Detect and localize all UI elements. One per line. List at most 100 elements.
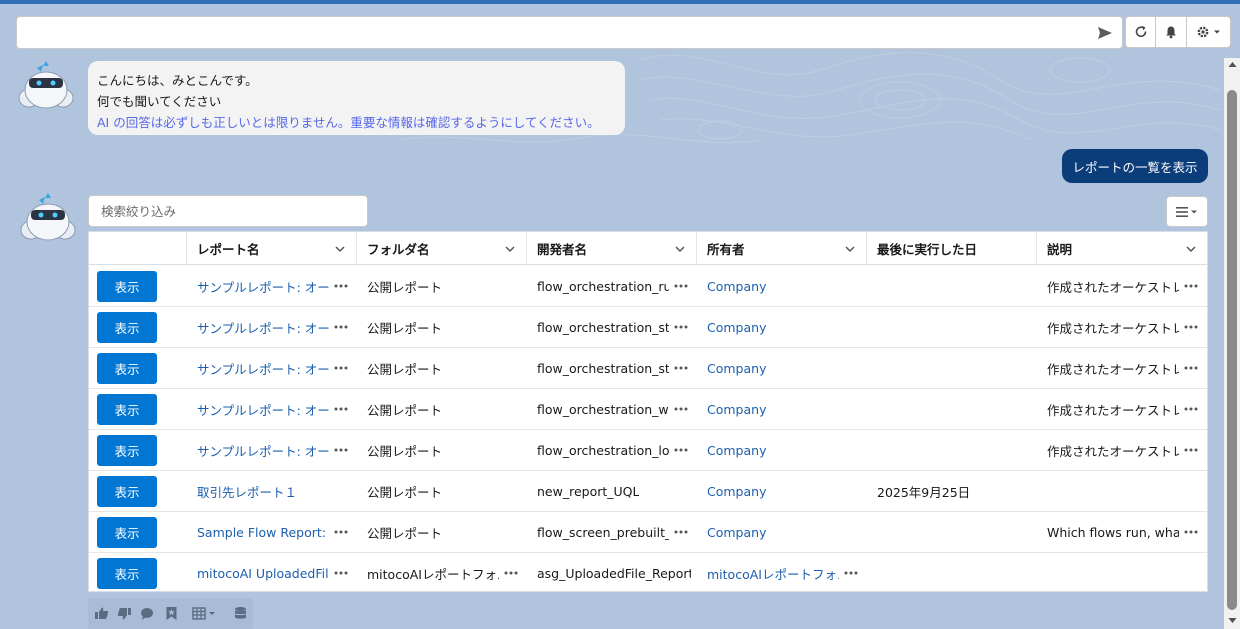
column-header[interactable]: 説明 xyxy=(1037,232,1207,265)
column-header-label: レポート名 xyxy=(197,239,260,258)
thumbs-up-icon[interactable] xyxy=(94,606,109,621)
cell-description: 作成されたオーケストレーション実行 xyxy=(1037,266,1207,307)
cell-description xyxy=(1037,553,1207,594)
table-icon[interactable] xyxy=(192,606,218,621)
column-header-label: 最後に実行した日 xyxy=(877,239,977,258)
more-actions-icon[interactable] xyxy=(673,323,689,331)
cell-name: Sample Flow Report: Screen Flows xyxy=(187,512,357,553)
owner-link[interactable]: mitocoAIレポートフォルダ xyxy=(707,564,839,583)
more-actions-icon[interactable] xyxy=(1183,364,1199,372)
chat-icon[interactable] xyxy=(140,606,155,621)
more-actions-icon[interactable] xyxy=(503,569,519,577)
report-name-link[interactable]: mitocoAI UploadedFile Report xyxy=(197,566,329,581)
thumbs-down-icon[interactable] xyxy=(117,606,132,621)
chevron-down-icon[interactable] xyxy=(334,243,346,255)
view-report-button[interactable]: 表示 xyxy=(97,517,157,548)
notification-button[interactable] xyxy=(1156,16,1187,48)
view-report-button[interactable]: 表示 xyxy=(97,558,157,589)
cell-text: 作成されたオーケストレーション作業項目 xyxy=(1047,400,1179,419)
more-actions-icon[interactable] xyxy=(333,446,349,454)
user-message-bubble[interactable]: レポートの一覧を表示 xyxy=(1062,149,1208,183)
more-actions-icon[interactable] xyxy=(1183,323,1199,331)
refresh-button[interactable] xyxy=(1125,16,1156,48)
view-report-button[interactable]: 表示 xyxy=(97,312,157,343)
cell-owner: Company xyxy=(697,348,867,389)
assistant-greeting-bubble: こんにちは、みとこんです。 何でも聞いてください AI の回答は必ずしも正しいと… xyxy=(88,61,625,135)
chevron-down-icon[interactable] xyxy=(844,243,856,255)
bookmark-icon[interactable] xyxy=(164,606,179,621)
more-actions-icon[interactable] xyxy=(673,446,689,454)
owner-link[interactable]: Company xyxy=(707,320,766,335)
cell-description: Which flows run, what's the status of ea… xyxy=(1037,512,1207,553)
report-name-link[interactable]: サンプルレポート: オーケストレーションステップ xyxy=(197,359,329,378)
report-name-link[interactable]: 取引先レポート１ xyxy=(197,482,297,501)
column-header[interactable]: 所有者 xyxy=(697,232,867,265)
more-actions-icon[interactable] xyxy=(1183,528,1199,536)
column-header[interactable]: 最後に実行した日 xyxy=(867,232,1037,265)
cell-text: 公開レポート xyxy=(367,441,442,460)
cell-text: 公開レポート xyxy=(367,523,442,542)
owner-link[interactable]: Company xyxy=(707,402,766,417)
more-actions-icon[interactable] xyxy=(333,364,349,372)
column-header[interactable]: 開発者名 xyxy=(527,232,697,265)
cell-folder: 公開レポート xyxy=(357,430,527,471)
cell-developer: flow_screen_prebuilt_report xyxy=(527,512,697,553)
more-actions-icon[interactable] xyxy=(333,405,349,413)
chevron-down-icon[interactable] xyxy=(504,243,516,255)
cell-name: サンプルレポート: オーケストレーション作業項目 xyxy=(187,389,357,430)
more-actions-icon[interactable] xyxy=(673,405,689,413)
scroll-down-arrow-icon[interactable] xyxy=(1228,617,1237,624)
report-name-link[interactable]: サンプルレポート: オーケストレーションステージ xyxy=(197,318,329,337)
more-actions-icon[interactable] xyxy=(843,569,859,577)
header-action-column xyxy=(89,232,187,265)
more-actions-icon[interactable] xyxy=(333,569,349,577)
view-report-button[interactable]: 表示 xyxy=(97,353,157,384)
column-header[interactable]: レポート名 xyxy=(187,232,357,265)
report-name-link[interactable]: Sample Flow Report: Screen Flows xyxy=(197,525,329,540)
chat-input[interactable] xyxy=(17,17,1077,48)
table-filter-input[interactable] xyxy=(88,195,368,227)
table-row: 表示 Sample Flow Report: Screen Flows 公開レポート… xyxy=(89,512,1207,553)
scrollbar-thumb[interactable] xyxy=(1227,90,1237,610)
report-name-link[interactable]: サンプルレポート: オーケストレーションログ xyxy=(197,441,329,460)
cell-owner: Company xyxy=(697,389,867,430)
view-report-button[interactable]: 表示 xyxy=(97,435,157,466)
more-actions-icon[interactable] xyxy=(1183,446,1199,454)
view-report-button[interactable]: 表示 xyxy=(97,476,157,507)
refresh-icon xyxy=(1134,25,1148,39)
ai-disclaimer-note: AI の回答は必ずしも正しいとは限りません。重要な情報は確認するようにしてくださ… xyxy=(97,112,617,133)
action-cell: 表示 xyxy=(89,307,187,348)
chevron-down-icon[interactable] xyxy=(1185,243,1197,255)
report-name-link[interactable]: サンプルレポート: オーケストレーション実行 xyxy=(197,277,329,296)
more-actions-icon[interactable] xyxy=(1183,282,1199,290)
cell-name: サンプルレポート: オーケストレーションステップ xyxy=(187,348,357,389)
owner-link[interactable]: Company xyxy=(707,525,766,540)
send-icon[interactable] xyxy=(1096,24,1114,42)
column-header[interactable]: フォルダ名 xyxy=(357,232,527,265)
view-report-button[interactable]: 表示 xyxy=(97,394,157,425)
owner-link[interactable]: Company xyxy=(707,484,766,499)
owner-link[interactable]: Company xyxy=(707,443,766,458)
more-actions-icon[interactable] xyxy=(333,282,349,290)
view-report-button[interactable]: 表示 xyxy=(97,271,157,302)
scroll-up-arrow-icon[interactable] xyxy=(1228,61,1237,68)
report-name-link[interactable]: サンプルレポート: オーケストレーション作業項目 xyxy=(197,400,329,419)
settings-button[interactable] xyxy=(1187,16,1231,48)
more-actions-icon[interactable] xyxy=(333,323,349,331)
database-icon[interactable] xyxy=(233,606,248,621)
table-row: 表示サンプルレポート: オーケストレーション作業項目公開レポートflow_orc… xyxy=(89,389,1207,430)
owner-link[interactable]: Company xyxy=(707,279,766,294)
cell-text: new_report_UQL xyxy=(537,484,639,499)
more-actions-icon[interactable] xyxy=(1183,405,1199,413)
more-actions-icon[interactable] xyxy=(673,282,689,290)
table-menu-button[interactable] xyxy=(1166,196,1208,227)
cell-owner: Company xyxy=(697,430,867,471)
more-actions-icon[interactable] xyxy=(673,364,689,372)
table-header: レポート名 フォルダ名開発者名所有者最後に実行した日 説明 xyxy=(89,232,1207,265)
owner-link[interactable]: Company xyxy=(707,361,766,376)
table-row: 表示サンプルレポート: オーケストレーション実行公開レポートflow_orche… xyxy=(89,266,1207,307)
cell-text: 作成されたオーケストレーションログ xyxy=(1047,441,1179,460)
more-actions-icon[interactable] xyxy=(333,528,349,536)
more-actions-icon[interactable] xyxy=(673,528,689,536)
chevron-down-icon[interactable] xyxy=(674,243,686,255)
